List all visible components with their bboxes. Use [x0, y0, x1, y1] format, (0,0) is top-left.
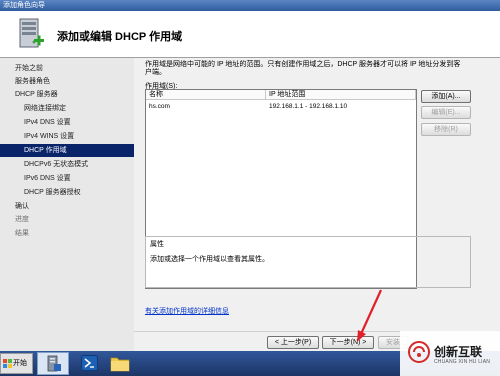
- nav-item-dhcp-scopes[interactable]: DHCP 作用域: [0, 144, 134, 157]
- add-roles-wizard-window: 添加角色向导 添加或编辑 DHCP 作用域 开始之前 服务器角色 DHCP 服务…: [0, 0, 500, 351]
- properties-group: 属性 添加或选择一个作用域以查看其属性。: [145, 236, 471, 288]
- nav-item-ipv4-dns[interactable]: IPv4 DNS 设置: [0, 116, 134, 129]
- window-title: 添加角色向导: [3, 2, 45, 9]
- intro-text: 作用域是网络中可能的 IP 地址的范围。只有创建作用域之后，DHCP 服务器才可…: [145, 61, 461, 76]
- properties-text: 添加或选择一个作用域以查看其属性。: [150, 256, 269, 263]
- window-title-bar[interactable]: 添加角色向导: [0, 0, 500, 11]
- nav-item-server-roles[interactable]: 服务器角色: [0, 75, 134, 88]
- add-scope-button[interactable]: 添加(A)...: [421, 90, 471, 103]
- watermark: 创新互联 CHUANG XIN HU LIAN: [400, 331, 500, 376]
- watermark-subtext: CHUANG XIN HU LIAN: [434, 359, 491, 365]
- taskbar-powershell[interactable]: [73, 352, 105, 375]
- server-manager-icon: [47, 355, 61, 372]
- page-title: 添加或编辑 DHCP 作用域: [57, 31, 183, 43]
- edit-scope-button[interactable]: 编辑(E)...: [421, 106, 471, 119]
- wizard-step-nav: 开始之前 服务器角色 DHCP 服务器 网络连接绑定 IPv4 DNS 设置 I…: [0, 58, 134, 351]
- nav-item-dhcp-authorization[interactable]: DHCP 服务器授权: [0, 186, 134, 199]
- wizard-header: 添加或编辑 DHCP 作用域: [0, 11, 500, 58]
- nav-item-before-you-begin[interactable]: 开始之前: [0, 62, 134, 75]
- taskbar-server-manager[interactable]: [37, 352, 69, 375]
- nav-item-results: 结果: [15, 230, 29, 237]
- nav-item-confirmation[interactable]: 确认: [0, 200, 134, 213]
- powershell-icon: [81, 355, 98, 371]
- scope-row-range[interactable]: 192.168.1.1 - 192.168.1.10: [266, 102, 416, 112]
- taskbar-explorer[interactable]: [104, 352, 136, 375]
- nav-item-progress: 进度: [15, 216, 29, 223]
- wizard-content: 作用域是网络中可能的 IP 地址的范围。只有创建作用域之后，DHCP 服务器才可…: [134, 58, 500, 331]
- nav-item-ipv4-wins[interactable]: IPv4 WINS 设置: [0, 130, 134, 143]
- server-add-icon: [19, 18, 44, 48]
- watermark-text: 创新互联: [434, 345, 483, 359]
- red-arrow-annotation: [357, 289, 383, 342]
- remove-scope-button[interactable]: 移除(R): [421, 123, 471, 136]
- nav-item-ipv6-dns[interactable]: IPv6 DNS 设置: [0, 172, 134, 185]
- nav-item-dhcp-server[interactable]: DHCP 服务器: [0, 88, 134, 101]
- folder-icon: [110, 357, 130, 372]
- windows-logo-icon: [3, 359, 12, 368]
- start-label: 开始: [13, 360, 27, 367]
- help-link[interactable]: 有关添加作用域的详细信息: [145, 306, 229, 316]
- nav-item-network-binding[interactable]: 网络连接绑定: [0, 102, 134, 115]
- scope-row-name[interactable]: hs.com: [146, 102, 266, 112]
- previous-button[interactable]: < 上一步(P): [267, 336, 319, 349]
- column-header-name[interactable]: 名称: [146, 90, 266, 100]
- nav-item-dhcpv6-stateless[interactable]: DHCPv6 无状态模式: [0, 158, 134, 171]
- watermark-logo-icon: [408, 341, 430, 363]
- properties-title: 属性: [150, 241, 164, 248]
- start-button[interactable]: 开始: [0, 353, 33, 374]
- column-header-ip-range[interactable]: IP 地址范围: [266, 90, 416, 100]
